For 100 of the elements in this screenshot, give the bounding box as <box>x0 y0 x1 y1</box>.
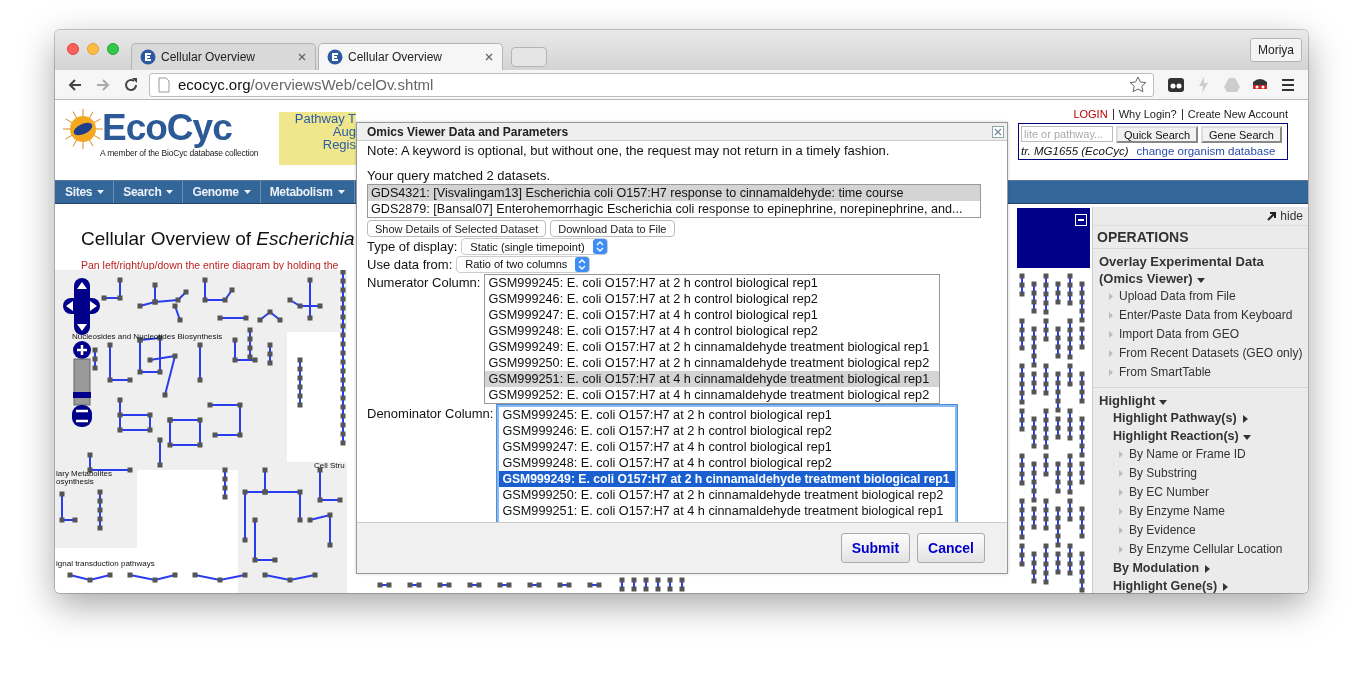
operation-link[interactable]: By EC Number <box>1129 483 1210 502</box>
operations-section[interactable]: Highlight Reaction(s) <box>1113 428 1308 445</box>
zoom-slider[interactable] <box>73 358 91 406</box>
organism-name: tr. MG1655 (EcoCyc) <box>1021 145 1129 157</box>
operation-link[interactable]: By Enzyme Name <box>1129 502 1226 521</box>
bullet-icon <box>1109 369 1113 376</box>
close-icon[interactable] <box>484 52 494 62</box>
operations-section[interactable]: By Modulation <box>1113 560 1308 577</box>
dataset-listbox[interactable]: GDS4321: [Visvalingam13] Escherichia coli O157:H7 response to cinnamaldehyde: time course GDS2879: [Bansal07] Enterohemorrhagic Escherichia coli response to epinephrine, norepinephrine, and... <box>367 184 981 218</box>
list-option[interactable]: GSM999248: E. coli O157:H7 at 4 h control biological rep2 <box>499 455 956 471</box>
list-option[interactable]: GSM999252: E. coli O157:H7 at 4 h cinnamaldehyde treatment biological rep2 <box>485 387 940 403</box>
nav-menu[interactable]: Metabolism <box>260 181 355 203</box>
address-field[interactable]: ecocyc.org/overviewsWeb/celOv.shtml <box>149 72 1154 97</box>
bullet-icon <box>1119 470 1123 477</box>
caret-icon <box>337 190 345 194</box>
minimize-icon[interactable] <box>1075 214 1087 226</box>
list-option[interactable]: GSM999251: E. coli O157:H7 at 4 h cinnamaldehyde treatment biological rep1 <box>485 371 940 387</box>
field-label: Denominator Column: <box>367 405 494 422</box>
extension-icon[interactable] <box>1167 75 1185 94</box>
account-link[interactable]: Create New Account <box>1182 109 1288 120</box>
close-icon[interactable] <box>992 125 1004 138</box>
note-text: Note: A keyword is optional, but without one, the request may not return in a timely fashion. <box>367 143 891 159</box>
reload-icon[interactable] <box>123 76 139 93</box>
field-label: Numerator Column: <box>367 274 481 291</box>
back-icon[interactable] <box>67 76 83 93</box>
zoom-in-button[interactable] <box>73 341 91 359</box>
list-option[interactable]: GSM999246: E. coli O157:H7 at 2 h control biological rep2 <box>485 291 940 307</box>
select-field[interactable]: Ratio of two columns <box>456 255 591 273</box>
bullet-icon <box>1119 508 1123 515</box>
operation-link[interactable]: Upload Data from File <box>1119 287 1236 306</box>
account-link[interactable]: Why Login? <box>1113 109 1183 120</box>
list-option[interactable]: GDS4321: [Visvalingam13] Escherichia coli O157:H7 response to cinnamaldehyde: time course <box>368 185 980 201</box>
list-option[interactable]: GSM999249: E. coli O157:H7 at 2 h cinnamaldehyde treatment biological rep1 <box>499 471 956 487</box>
operations-section[interactable]: Highlight <box>1099 392 1308 409</box>
stepper-icon[interactable] <box>592 239 607 255</box>
action-button[interactable]: Show Details of Selected Dataset <box>367 220 547 237</box>
bullet-icon <box>1109 331 1113 338</box>
operation-link[interactable]: By Name or Frame ID <box>1129 445 1246 464</box>
match-text: Your query matched 2 datasets. <box>367 168 552 184</box>
operations-section[interactable]: Highlight Gene(s) <box>1113 578 1308 593</box>
slider-thumb[interactable] <box>73 392 91 398</box>
search-button[interactable]: Gene Search <box>1201 126 1282 143</box>
account-link[interactable]: LOGIN <box>1068 109 1114 120</box>
hide-link[interactable]: hide <box>1280 209 1303 223</box>
list-option[interactable]: GSM999246: E. coli O157:H7 at 2 h control biological rep2 <box>499 423 956 439</box>
pan-control[interactable] <box>63 278 100 335</box>
select-field[interactable]: Static (single timepoint) <box>461 238 608 256</box>
list-option[interactable]: GDS2879: [Bansal07] Enterohemorrhagic Escherichia coli response to epinephrine, norepinephrine, and... <box>368 201 980 217</box>
change-organism-link[interactable]: change organism database <box>1136 145 1276 157</box>
pathway-diagram-drawing[interactable] <box>1019 273 1085 593</box>
list-option[interactable]: GSM999247: E. coli O157:H7 at 4 h control biological rep1 <box>499 439 956 455</box>
stepper-icon[interactable] <box>575 256 590 272</box>
operations-section[interactable]: Highlight Pathway(s) <box>1113 410 1308 427</box>
dialog-button[interactable]: Cancel <box>917 533 985 563</box>
bullet-icon <box>1119 489 1123 496</box>
close-window-button[interactable] <box>67 43 79 55</box>
operations-section[interactable]: Overlay Experimental Data (Omics Viewer) <box>1099 253 1308 287</box>
list-option[interactable]: GSM999248: E. coli O157:H7 at 4 h control biological rep2 <box>485 323 940 339</box>
browser-tab[interactable]: Cellular Overview <box>318 43 503 70</box>
ad-banner[interactable]: Pathway T Aug Regis <box>279 112 356 165</box>
operation-link[interactable]: Enter/Paste Data from Keyboard <box>1119 306 1293 325</box>
search-button[interactable]: Quick Search <box>1116 126 1199 143</box>
diagram-label: osynthesis <box>56 477 94 486</box>
bullet-icon <box>1109 312 1113 319</box>
nav-menu[interactable]: Search <box>114 181 184 203</box>
favicon-icon <box>140 49 156 65</box>
caret-icon <box>166 190 174 194</box>
list-option[interactable]: GSM999247: E. coli O157:H7 at 4 h control biological rep1 <box>485 307 940 323</box>
list-option[interactable]: GSM999249: E. coli O157:H7 at 2 h cinnamaldehyde treatment biological rep1 <box>485 339 940 355</box>
operation-link[interactable]: From Recent Datasets (GEO only) <box>1119 344 1303 363</box>
operation-link[interactable]: By Evidence <box>1129 521 1196 540</box>
pathway-diagram-drawing[interactable] <box>377 577 685 592</box>
panel-heading: OPERATIONS <box>1093 226 1308 249</box>
list-option[interactable]: GSM999250: E. coli O157:H7 at 2 h cinnamaldehyde treatment biological rep2 <box>485 355 940 371</box>
operation-link[interactable]: Import Data from GEO <box>1119 325 1240 344</box>
pathway-diagram-drawing[interactable] <box>55 270 347 593</box>
list-option[interactable]: GSM999251: E. coli O157:H7 at 4 h cinnamaldehyde treatment biological rep1 <box>499 503 956 519</box>
operation-link[interactable]: By Enzyme Cellular Location <box>1129 540 1283 559</box>
diagram-label: Cell Stru <box>314 461 345 470</box>
arrow-icon <box>1267 211 1278 221</box>
list-option[interactable]: GSM999250: E. coli O157:H7 at 2 h cinnamaldehyde treatment biological rep2 <box>499 487 956 503</box>
bullet-icon <box>1109 350 1113 357</box>
browser-tab[interactable]: Cellular Overview <box>131 43 316 70</box>
search-field[interactable]: lite or pathway... <box>1021 126 1113 142</box>
profile-button[interactable]: Moriya <box>1250 38 1302 62</box>
dialog-button[interactable]: Submit <box>840 533 911 563</box>
list-option[interactable]: GSM999245: E. coli O157:H7 at 2 h control biological rep1 <box>485 275 940 291</box>
column-listbox[interactable] <box>484 274 941 404</box>
diagram-label: ignal transduction pathways <box>56 559 155 568</box>
operation-link[interactable]: From SmartTable <box>1119 363 1212 382</box>
dialog-title: Omics Viewer Data and Parameters <box>367 124 569 139</box>
nav-menu[interactable]: Sites <box>55 181 115 203</box>
field-label: Use data from: <box>367 256 453 272</box>
bullet-icon <box>1119 546 1123 553</box>
list-option[interactable]: GSM999245: E. coli O157:H7 at 2 h control biological rep1 <box>499 407 956 423</box>
star-icon[interactable] <box>1129 76 1147 93</box>
action-button[interactable]: Download Data to File <box>550 220 675 237</box>
nav-menu[interactable]: Genome <box>183 181 261 203</box>
operation-link[interactable]: By Substring <box>1129 464 1198 483</box>
close-icon[interactable] <box>297 52 307 62</box>
